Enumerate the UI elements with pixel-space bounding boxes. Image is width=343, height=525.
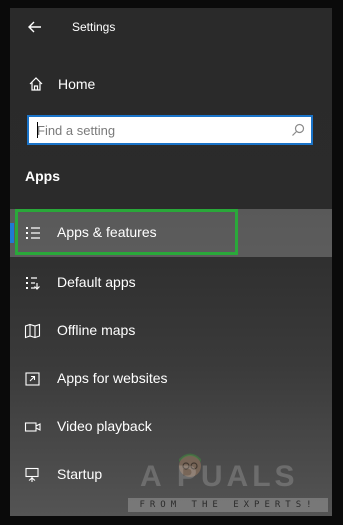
- nav-item-startup[interactable]: Startup: [10, 451, 332, 499]
- nav-item-label: Startup: [57, 466, 103, 482]
- video-playback-icon: [24, 422, 41, 432]
- search-icon: [292, 123, 305, 136]
- search-box[interactable]: [27, 115, 313, 145]
- home-icon: [29, 77, 43, 91]
- nav-item-label: Apps & features: [57, 224, 157, 240]
- window-title: Settings: [72, 20, 116, 34]
- home-nav-item[interactable]: Home: [10, 70, 332, 100]
- default-apps-icon: [26, 277, 40, 290]
- apps-features-icon: [26, 227, 40, 239]
- nav-item-apps-features[interactable]: Apps & features: [10, 209, 332, 257]
- nav-item-label: Default apps: [57, 274, 136, 290]
- title-bar: Settings: [10, 8, 332, 46]
- nav-item-apps-for-websites[interactable]: Apps for websites: [10, 355, 332, 403]
- watermark-tagline: FROM THE EXPERTS!: [128, 498, 328, 512]
- home-label: Home: [58, 76, 96, 92]
- offline-maps-icon: [24, 323, 41, 339]
- apps-for-websites-icon: [25, 372, 40, 386]
- nav-item-label: Offline maps: [57, 322, 136, 338]
- nav-item-default-apps[interactable]: Default apps: [10, 259, 332, 307]
- selection-accent: [10, 223, 14, 243]
- search-input[interactable]: [29, 117, 311, 143]
- nav-item-label: Video playback: [57, 418, 152, 434]
- screenshot-frame: Settings Home Apps: [0, 0, 343, 525]
- text-caret: [37, 122, 38, 138]
- settings-window: Settings Home Apps: [10, 8, 332, 516]
- back-arrow-icon: [28, 21, 41, 33]
- startup-icon: [25, 467, 39, 482]
- nav-item-video-playback[interactable]: Video playback: [10, 403, 332, 451]
- back-button[interactable]: [24, 17, 46, 37]
- section-heading-apps: Apps: [25, 168, 60, 184]
- nav-item-label: Apps for websites: [57, 370, 168, 386]
- nav-item-offline-maps[interactable]: Offline maps: [10, 307, 332, 355]
